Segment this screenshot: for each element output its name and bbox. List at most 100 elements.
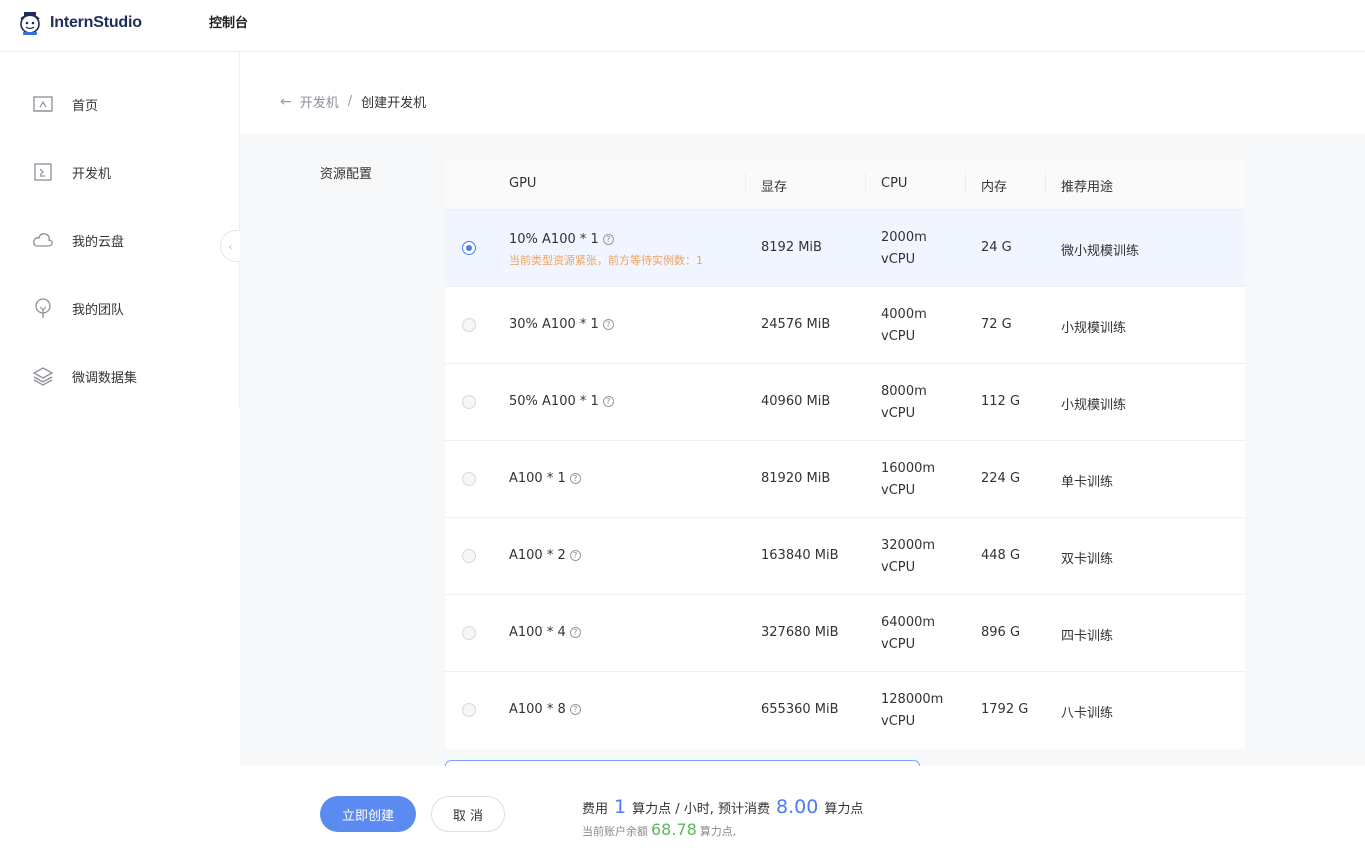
cpu-cell: 2000m vCPU [881,227,927,271]
gpu-label: A100 * 2 [509,548,566,563]
breadcrumb-current: 创建开发机 [361,96,427,111]
balance-summary: 当前账户余额 68.78 算力点, [582,820,736,839]
resource-table: GPU 显存 CPU 内存 推荐用途 10% A100 * 1? 当前类型资源紧… [445,158,1245,749]
create-button[interactable]: 立即创建 [320,796,416,832]
sidebar-item-datasets[interactable]: 微调数据集 [32,364,137,388]
vram-cell: 8192 MiB [761,240,822,255]
memory-cell: 112 G [981,394,1021,409]
cpu-unit: vCPU [881,714,916,729]
vram-cell: 655360 MiB [761,702,839,717]
usage-cell: 小规模训练 [1061,398,1127,413]
resource-warning: 当前类型资源紧张，前方等待实例数：1 [509,254,703,267]
usage-cell: 小规模训练 [1061,321,1127,336]
table-row[interactable]: 30% A100 * 1? 24576 MiB 4000m vCPU 72 G 小… [445,287,1245,364]
breadcrumb-parent[interactable]: 开发机 [300,92,339,111]
sidebar-item-label: 我的团队 [72,302,125,318]
gpu-label: 50% A100 * 1 [509,394,599,409]
sidebar: 首页 开发机 我的云盘 我的团队 微调数据集 [0,52,240,408]
table-row[interactable]: A100 * 4? 327680 MiB 64000m vCPU 896 G 四卡… [445,595,1245,672]
table-row[interactable]: A100 * 1? 81920 MiB 16000m vCPU 224 G 单卡训… [445,441,1245,518]
nav-console[interactable]: 控制台 [209,12,248,31]
breadcrumb-separator: / [347,94,353,109]
home-icon [32,93,54,115]
radio-button[interactable] [462,472,476,486]
gpu-label: 10% A100 * 1 [509,232,599,247]
sidebar-item-cloud-drive[interactable]: 我的云盘 [32,228,124,252]
chevron-left-icon: ‹ [228,239,233,253]
logo-text: InternStudio [50,14,142,31]
vram-cell: 327680 MiB [761,625,839,640]
cancel-button[interactable]: 取 消 [431,796,505,832]
fee-prefix: 费用 [582,802,609,817]
cpu-unit: vCPU [881,406,916,421]
vram-cell: 24576 MiB [761,317,831,332]
sidebar-item-team[interactable]: 我的团队 [32,296,124,320]
radio-button[interactable] [462,318,476,332]
sidebar-item-home[interactable]: 首页 [32,92,98,116]
fee-mid: 算力点 / 小时, 预计消费 [632,802,771,817]
sidebar-item-label: 开发机 [72,166,112,182]
cpu-value: 64000m [881,615,936,630]
top-header: InternStudio 控制台 [0,0,1365,52]
gpu-cell: 30% A100 * 1? [509,317,614,332]
column-header-cpu: CPU [881,176,908,191]
balance-prefix: 当前账户余额 [582,825,648,838]
memory-cell: 1792 G [981,702,1029,717]
main-content: 资源配置 GPU 显存 CPU 内存 推荐用途 10% A100 * 1? 当前… [240,134,1365,768]
section-label-resource: 资源配置 [320,167,373,182]
usage-cell: 单卡训练 [1061,475,1114,490]
table-row[interactable]: A100 * 8? 655360 MiB 128000m vCPU 1792 G … [445,672,1245,749]
table-row[interactable]: A100 * 2? 163840 MiB 32000m vCPU 448 G 双卡… [445,518,1245,595]
terminal-icon [32,161,54,183]
column-header-memory: 内存 [981,180,1008,195]
cpu-cell: 16000m vCPU [881,458,935,502]
usage-cell: 双卡训练 [1061,552,1114,567]
tree-icon [32,297,54,319]
help-icon[interactable]: ? [602,396,614,407]
column-divider [865,172,866,194]
gpu-cell: A100 * 8? [509,702,581,717]
help-icon[interactable]: ? [602,319,614,330]
cpu-cell: 4000m vCPU [881,304,927,348]
cpu-cell: 8000m vCPU [881,381,927,425]
fee-suffix: 算力点 [824,802,864,817]
sidebar-item-label: 微调数据集 [72,370,138,386]
table-row[interactable]: 10% A100 * 1? 当前类型资源紧张，前方等待实例数：1 8192 Mi… [445,210,1245,287]
logo[interactable]: InternStudio [16,8,142,38]
column-header-gpu: GPU [509,176,537,191]
content-header: ← 开发机 / 创建开发机 [240,52,1365,134]
memory-cell: 448 G [981,548,1021,563]
help-icon[interactable]: ? [569,473,581,484]
help-icon[interactable]: ? [569,550,581,561]
memory-cell: 72 G [981,317,1012,332]
column-divider [965,172,966,194]
radio-button[interactable] [462,549,476,563]
column-header-usage: 推荐用途 [1061,180,1114,195]
gpu-cell: 50% A100 * 1? [509,394,614,409]
help-icon[interactable]: ? [569,627,581,638]
radio-button[interactable] [462,626,476,640]
cpu-unit: vCPU [881,252,916,267]
gpu-cell: 10% A100 * 1? [509,232,614,247]
vram-cell: 40960 MiB [761,394,831,409]
help-icon[interactable]: ? [569,704,581,715]
vram-cell: 163840 MiB [761,548,839,563]
radio-button[interactable] [462,395,476,409]
usage-cell: 四卡训练 [1061,629,1114,644]
gpu-label: 30% A100 * 1 [509,317,599,332]
gpu-label: A100 * 1 [509,471,566,486]
memory-cell: 896 G [981,625,1021,640]
column-divider [1045,172,1046,194]
help-icon[interactable]: ? [602,234,614,245]
fee-total: 8.00 [776,796,819,818]
layers-icon [32,365,54,387]
radio-button[interactable] [462,703,476,717]
cpu-cell: 64000m vCPU [881,612,935,656]
table-row[interactable]: 50% A100 * 1? 40960 MiB 8000m vCPU 112 G … [445,364,1245,441]
cpu-unit: vCPU [881,637,916,652]
arrow-left-icon[interactable]: ← [280,94,292,110]
gpu-cell: A100 * 4? [509,625,581,640]
cpu-value: 2000m [881,230,927,245]
radio-button[interactable] [462,241,476,255]
sidebar-item-devmachine[interactable]: 开发机 [32,160,111,184]
